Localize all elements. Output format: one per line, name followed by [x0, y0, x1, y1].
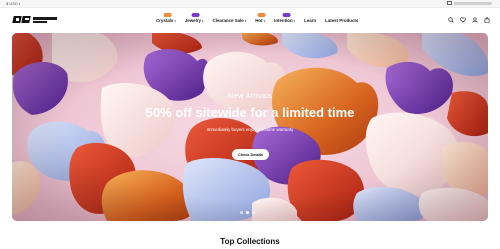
contact-email[interactable]	[447, 1, 492, 5]
top-utility-bar: $ USD ▾	[0, 0, 500, 8]
nav-label: Intention	[274, 18, 293, 23]
mail-icon	[447, 1, 452, 5]
email-blurred	[454, 1, 492, 5]
nav-badge	[163, 13, 172, 17]
nav-label: Latest Products	[325, 18, 359, 23]
hero-title: 50% off sitewide for a limited time	[145, 105, 355, 120]
header-icons	[448, 17, 490, 23]
slider-dots	[240, 211, 255, 214]
nav-label: Crystals	[156, 18, 174, 23]
nav-item-hot[interactable]: Hot ▾	[255, 13, 266, 23]
nav-label: Hot	[255, 18, 263, 23]
chevron-down-icon: ▾	[263, 18, 266, 23]
hero-description: Immediately buyers enjoy a lifetime warr…	[206, 127, 294, 132]
nav-badge	[191, 13, 200, 17]
nav-item-learn[interactable]: Learn	[304, 18, 316, 23]
nav-item-latest-products[interactable]: Latest Products	[325, 18, 358, 23]
nav-label: Clearance Sale	[212, 18, 244, 23]
bag-icon[interactable]	[484, 17, 490, 23]
heart-icon[interactable]	[460, 17, 466, 23]
user-icon[interactable]	[472, 17, 478, 23]
nav-item-jewelry[interactable]: Jewelry ▾	[184, 13, 204, 23]
section-title-top-collections: Top Collections	[220, 237, 280, 246]
nav-badge	[257, 13, 266, 17]
slider-dot[interactable]	[252, 211, 255, 214]
currency-selector[interactable]: $ USD ▾	[6, 1, 20, 6]
nav-item-intention[interactable]: Intention ▾	[274, 13, 296, 23]
hero-banner[interactable]: New Arrivals 50% off sitewide for a limi…	[12, 33, 488, 221]
search-icon[interactable]	[448, 17, 454, 23]
nav-item-crystals[interactable]: Crystals ▾	[156, 13, 176, 23]
logo-wordmark	[33, 17, 57, 23]
nav-badge	[282, 13, 291, 17]
slider-dot-active[interactable]	[246, 211, 249, 214]
nav-label: Learn	[304, 18, 317, 23]
slider-dot[interactable]	[240, 211, 243, 214]
nav-label: Jewelry	[184, 18, 201, 23]
currency-label: $ USD	[6, 1, 18, 6]
hero-subtitle: New Arrivals	[227, 91, 273, 100]
chevron-down-icon: ▾	[201, 18, 204, 23]
check-details-button[interactable]: Check Details	[232, 149, 269, 160]
site-logo[interactable]	[12, 15, 57, 25]
logo-mark	[12, 15, 31, 25]
chevron-down-icon: ▾	[244, 18, 247, 23]
nav-item-clearance-sale[interactable]: Clearance Sale ▾	[213, 18, 247, 23]
main-nav: Crystals ▾ Jewelry ▾ Clearance Sale ▾ Ho…	[156, 13, 358, 23]
chevron-down-icon: ▾	[174, 18, 176, 23]
chevron-down-icon: ▾	[18, 1, 21, 6]
chevron-down-icon: ▾	[293, 18, 296, 23]
site-header: Crystals ▾ Jewelry ▾ Clearance Sale ▾ Ho…	[0, 8, 500, 31]
